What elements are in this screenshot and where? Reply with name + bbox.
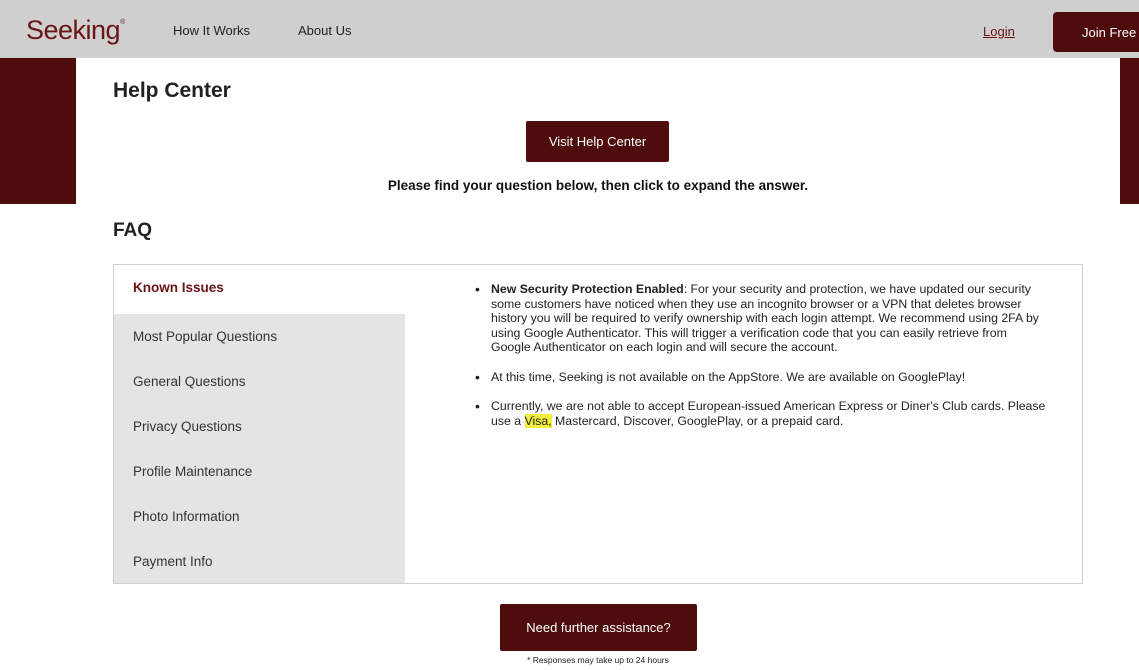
faq-category-known-issues[interactable]: Known Issues — [114, 265, 405, 314]
logo-text: Seeking — [26, 15, 121, 45]
faq-title: FAQ — [113, 220, 153, 241]
response-time-note: * Responses may take up to 24 hours — [527, 655, 669, 665]
faq-category-sidebar: Known Issues Most Popular Questions Gene… — [114, 265, 405, 583]
faq-answer-text: Mastercard, Discover, GooglePlay, or a p… — [551, 413, 844, 428]
top-nav-bar: Seeking® How It Works About Us Login Joi… — [0, 0, 1139, 58]
page-title: Help Center — [113, 79, 231, 102]
faq-panel: Known Issues Most Popular Questions Gene… — [113, 264, 1083, 584]
faq-answer-item: Currently, we are not able to accept Eur… — [473, 399, 1048, 428]
nav-about-us[interactable]: About Us — [298, 23, 351, 38]
login-link[interactable]: Login — [983, 24, 1015, 39]
faq-answer-item: New Security Protection Enabled: For you… — [473, 282, 1048, 355]
faq-answer-item: At this time, Seeking is not available o… — [473, 370, 1048, 385]
faq-answer-list: New Security Protection Enabled: For you… — [473, 282, 1048, 428]
faq-category-general[interactable]: General Questions — [114, 359, 405, 404]
side-banner-left — [0, 58, 76, 204]
need-assistance-button[interactable]: Need further assistance? — [500, 604, 697, 651]
faq-category-photo-information[interactable]: Photo Information — [114, 494, 405, 539]
faq-category-most-popular[interactable]: Most Popular Questions — [114, 314, 405, 359]
highlighted-text: Visa, — [524, 413, 552, 428]
logo-trademark: ® — [120, 19, 125, 26]
faq-answer-content: New Security Protection Enabled: For you… — [473, 282, 1048, 443]
visit-help-center-button[interactable]: Visit Help Center — [526, 121, 669, 162]
faq-category-profile-maintenance[interactable]: Profile Maintenance — [114, 449, 405, 494]
faq-instruction: Please find your question below, then cl… — [387, 178, 809, 193]
seeking-logo[interactable]: Seeking® — [26, 15, 125, 46]
faq-answer-text: At this time, Seeking is not available o… — [491, 369, 966, 384]
faq-category-payment-info[interactable]: Payment Info — [114, 539, 405, 584]
faq-category-privacy[interactable]: Privacy Questions — [114, 404, 405, 449]
nav-how-it-works[interactable]: How It Works — [173, 23, 250, 38]
side-banner-right — [1120, 58, 1139, 204]
join-free-button[interactable]: Join Free — [1053, 12, 1139, 52]
faq-answer-heading: New Security Protection Enabled — [491, 282, 684, 296]
main-content: Help Center Visit Help Center Please fin… — [76, 58, 1120, 670]
